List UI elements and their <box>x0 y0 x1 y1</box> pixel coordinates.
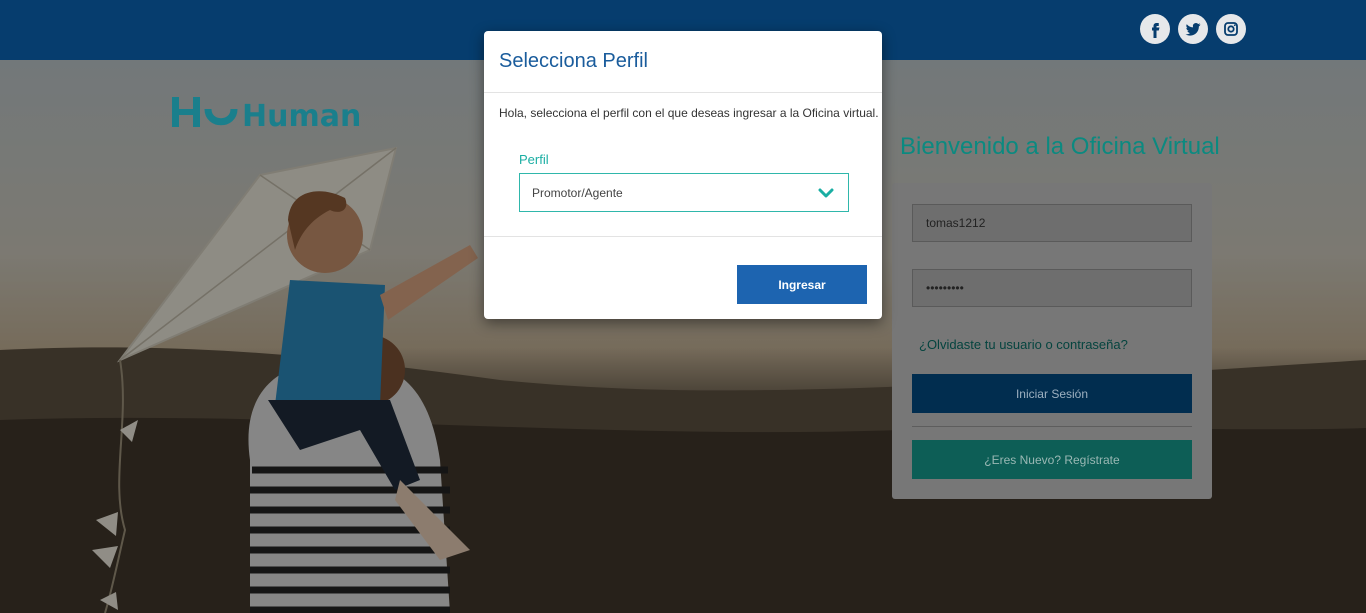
twitter-icon[interactable] <box>1178 14 1208 44</box>
modal-description: Hola, selecciona el perfil con el que de… <box>499 106 879 120</box>
signin-button[interactable]: Iniciar Sesión <box>912 374 1192 413</box>
welcome-title: Bienvenido a la Oficina Virtual <box>900 133 1220 160</box>
logo-wordmark: Humano <box>242 99 362 133</box>
humano-logo: Humano <box>172 97 362 133</box>
facebook-icon[interactable] <box>1140 14 1170 44</box>
divider <box>484 92 882 93</box>
divider <box>912 426 1192 427</box>
forgot-credentials-link[interactable]: ¿Olvidaste tu usuario o contraseña? <box>919 337 1128 352</box>
register-button[interactable]: ¿Eres Nuevo? Regístrate <box>912 440 1192 479</box>
divider <box>484 236 882 237</box>
username-input[interactable]: tomas1212 <box>912 204 1192 242</box>
password-input[interactable]: ••••••••• <box>912 269 1192 307</box>
profile-select[interactable]: Promotor/Agente <box>519 173 849 212</box>
profile-label: Perfil <box>519 152 549 167</box>
select-profile-modal: Selecciona Perfil Hola, selecciona el pe… <box>484 31 882 319</box>
login-card: tomas1212 ••••••••• ¿Olvidaste tu usuari… <box>892 183 1212 499</box>
profile-selected-value: Promotor/Agente <box>532 185 623 200</box>
chevron-down-icon <box>818 188 834 198</box>
modal-title: Selecciona Perfil <box>499 50 648 72</box>
instagram-icon[interactable] <box>1216 14 1246 44</box>
submit-button[interactable]: Ingresar <box>737 265 867 304</box>
